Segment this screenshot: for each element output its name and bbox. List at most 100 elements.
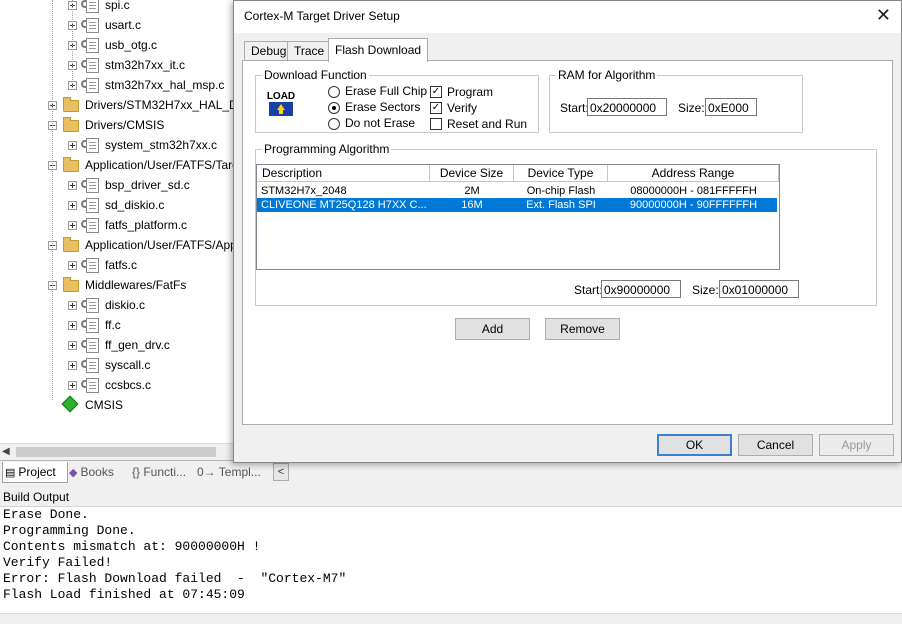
tab-project[interactable]: ▤ Project xyxy=(2,462,68,483)
ram-size-field[interactable]: 0xE000 xyxy=(705,98,757,116)
tab-debug[interactable]: Debug xyxy=(244,41,294,61)
apply-button[interactable]: Apply xyxy=(819,434,894,456)
project-tree[interactable]: spi.c usart.c usb_otg.c stm32h7xx_it.c stm32… xyxy=(0,0,234,443)
tree-file[interactable]: usart.c xyxy=(0,15,234,35)
tree-item-label: spi.c xyxy=(105,0,130,12)
algo-size-field[interactable]: 0x01000000 xyxy=(719,280,799,298)
tree-group[interactable]: Application/User/FATFS/Targ xyxy=(0,155,234,175)
algorithm-row[interactable]: STM32H7x_2048 2M On-chip Flash 08000000H… xyxy=(257,184,777,198)
tab-flash-download[interactable]: Flash Download xyxy=(328,38,429,62)
tree-item-label: ccsbcs.c xyxy=(105,378,152,392)
tree-file[interactable]: bsp_driver_sd.c xyxy=(0,175,234,195)
col-device-size[interactable]: Device Size xyxy=(430,165,514,182)
close-icon[interactable]: ✕ xyxy=(876,5,891,26)
file-icon xyxy=(86,78,99,93)
tree-file[interactable]: usb_otg.c xyxy=(0,35,234,55)
scrollbar-thumb[interactable] xyxy=(16,447,216,457)
radio-do-not-erase[interactable] xyxy=(328,118,340,130)
tree-guide-line xyxy=(52,0,53,400)
expand-icon[interactable] xyxy=(68,181,77,190)
file-icon xyxy=(86,198,99,213)
tree-item-label: sd_diskio.c xyxy=(105,198,165,212)
download-function-group: Download Function LOAD Erase Full Chip E… xyxy=(255,68,539,133)
tree-horizontal-scrollbar[interactable]: ◀ xyxy=(0,443,234,461)
expand-icon[interactable] xyxy=(68,361,77,370)
scroll-left-icon[interactable]: ◀ xyxy=(2,446,10,457)
tree-file[interactable]: ccsbcs.c xyxy=(0,375,234,395)
flash-download-page: Download Function LOAD Erase Full Chip E… xyxy=(242,60,893,425)
tab-functions[interactable]: {} Functi... xyxy=(130,462,194,482)
file-icon xyxy=(86,378,99,393)
reset-and-run-checkbox[interactable] xyxy=(430,118,442,130)
tree-file[interactable]: stm32h7xx_hal_msp.c xyxy=(0,75,234,95)
tree-item-label: stm32h7xx_it.c xyxy=(105,58,186,72)
file-icon xyxy=(86,0,99,13)
radio-erase-full-chip[interactable] xyxy=(328,86,340,98)
ram-start-label: Start: xyxy=(560,101,589,115)
verify-checkbox[interactable]: ✓ xyxy=(430,102,442,114)
target-driver-setup-dialog: Cortex-M Target Driver Setup ✕ Debug Tra… xyxy=(233,0,902,463)
expand-icon[interactable] xyxy=(68,221,77,230)
output-line: Programming Done. xyxy=(3,523,136,538)
col-description[interactable]: Description xyxy=(257,165,430,182)
radio-erase-sectors[interactable] xyxy=(328,102,340,114)
expand-icon[interactable] xyxy=(68,201,77,210)
tab-books[interactable]: ◆ Books xyxy=(67,462,129,482)
output-line: Verify Failed! xyxy=(3,555,113,570)
chevron-left-icon[interactable]: < xyxy=(273,463,289,481)
file-icon xyxy=(86,58,99,73)
col-device-type[interactable]: Device Type xyxy=(514,165,608,182)
expand-icon[interactable] xyxy=(68,321,77,330)
tree-file[interactable]: syscall.c xyxy=(0,355,234,375)
output-line: Contents mismatch at: 90000000H ! xyxy=(3,539,261,554)
output-line: Error: Flash Download failed - "Cortex-M… xyxy=(3,571,347,586)
tab-templates[interactable]: 0→ Templ... xyxy=(195,462,261,482)
tab-trace[interactable]: Trace xyxy=(287,41,332,61)
tree-item-label: bsp_driver_sd.c xyxy=(105,178,190,192)
build-output-pane[interactable]: Erase Done. Programming Done. Contents mis… xyxy=(0,507,902,613)
program-checkbox[interactable]: ✓ xyxy=(430,86,442,98)
ram-start-field[interactable]: 0x20000000 xyxy=(587,98,667,116)
expand-icon[interactable] xyxy=(68,301,77,310)
tree-cmsis[interactable]: CMSIS xyxy=(0,395,234,415)
file-icon xyxy=(86,258,99,273)
tree-item-label: usb_otg.c xyxy=(105,38,158,52)
col-address-range[interactable]: Address Range xyxy=(608,165,779,182)
tree-group[interactable]: Middlewares/FatFs xyxy=(0,275,234,295)
tree-file[interactable]: sd_diskio.c xyxy=(0,195,234,215)
file-icon xyxy=(86,138,99,153)
cancel-button[interactable]: Cancel xyxy=(738,434,813,456)
tree-group[interactable]: Drivers/STM32H7xx_HAL_Dri xyxy=(0,95,234,115)
algorithm-list[interactable]: Description Device Size Device Type Addr… xyxy=(256,164,780,270)
remove-button[interactable]: Remove xyxy=(545,318,620,340)
tree-group[interactable]: Drivers/CMSIS xyxy=(0,115,234,135)
ram-for-algorithm-group: RAM for Algorithm Start: 0x20000000 Size… xyxy=(549,68,803,133)
erase-sectors-label: Erase Sectors xyxy=(345,100,421,114)
dialog-title: Cortex-M Target Driver Setup xyxy=(244,9,400,23)
file-icon xyxy=(86,318,99,333)
build-output-scrollbar[interactable] xyxy=(0,613,902,624)
tree-file[interactable]: ff.c xyxy=(0,315,234,335)
tree-file[interactable]: spi.c xyxy=(0,0,234,15)
build-output-title: Build Output xyxy=(0,488,902,507)
expand-icon[interactable] xyxy=(68,261,77,270)
algo-start-field[interactable]: 0x90000000 xyxy=(601,280,681,298)
tree-file[interactable]: fatfs_platform.c xyxy=(0,215,234,235)
expand-icon[interactable] xyxy=(68,341,77,350)
tree-file[interactable]: system_stm32h7xx.c xyxy=(0,135,234,155)
dialog-title-bar: Cortex-M Target Driver Setup ✕ xyxy=(234,1,901,33)
output-line: Erase Done. xyxy=(3,507,89,522)
algo-size-label: Size: xyxy=(692,283,719,297)
algorithm-row-selected[interactable]: CLIVEONE MT25Q128 H7XX C... 16M Ext. Fla… xyxy=(257,198,777,212)
expand-icon[interactable] xyxy=(68,381,77,390)
tree-file[interactable]: ff_gen_drv.c xyxy=(0,335,234,355)
tree-group[interactable]: Application/User/FATFS/App xyxy=(0,235,234,255)
expand-icon[interactable] xyxy=(68,141,77,150)
ok-button[interactable]: OK xyxy=(657,434,732,456)
tree-file[interactable]: fatfs.c xyxy=(0,255,234,275)
add-button[interactable]: Add xyxy=(455,318,530,340)
tree-file[interactable]: diskio.c xyxy=(0,295,234,315)
tree-item-label: Application/User/FATFS/App xyxy=(85,238,234,252)
tree-file[interactable]: stm32h7xx_it.c xyxy=(0,55,234,75)
folder-icon xyxy=(63,277,79,292)
